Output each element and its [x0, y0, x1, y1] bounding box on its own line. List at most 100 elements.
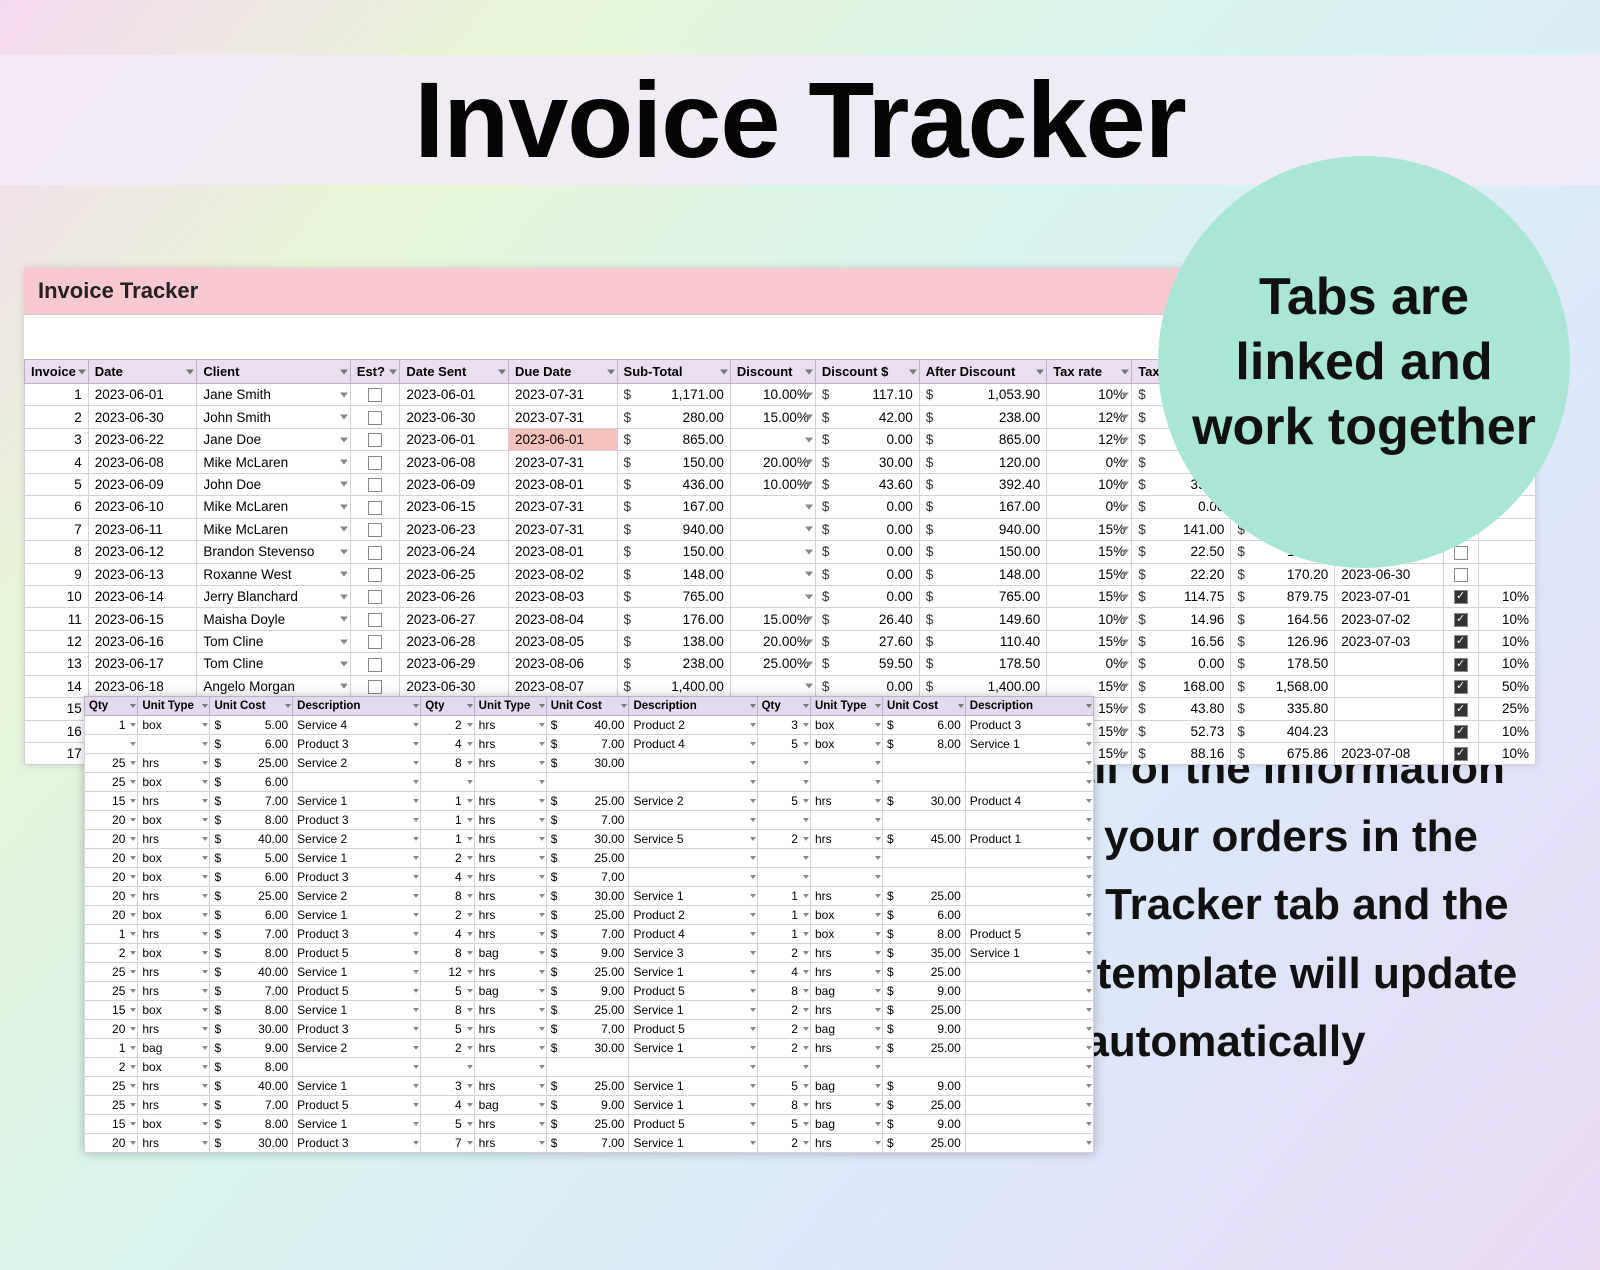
- cell[interactable]: 27.60: [815, 630, 919, 652]
- cell[interactable]: 6.00: [210, 773, 293, 792]
- cell[interactable]: 30.00: [815, 451, 919, 473]
- cell-est[interactable]: [350, 473, 400, 495]
- dropdown-icon[interactable]: [1121, 549, 1129, 554]
- cell[interactable]: 25: [85, 1077, 138, 1096]
- cell[interactable]: 2023-06-22: [88, 428, 197, 450]
- cell[interactable]: Product 5: [629, 1115, 757, 1134]
- dropdown-icon[interactable]: [413, 780, 419, 784]
- cell[interactable]: 110.40: [919, 630, 1046, 652]
- cell[interactable]: 20: [85, 849, 138, 868]
- cell[interactable]: 392.40: [919, 473, 1046, 495]
- dropdown-icon[interactable]: [803, 761, 809, 765]
- cell-est[interactable]: [350, 585, 400, 607]
- cell[interactable]: hrs: [138, 754, 210, 773]
- dropdown-icon[interactable]: [875, 875, 881, 879]
- cell[interactable]: [474, 773, 546, 792]
- cell[interactable]: 126.96: [1231, 630, 1335, 652]
- dropdown-icon[interactable]: [340, 415, 348, 420]
- filter-icon[interactable]: [958, 704, 964, 708]
- cell[interactable]: 2023-06-24: [400, 541, 509, 563]
- dropdown-icon[interactable]: [1086, 723, 1092, 727]
- cell[interactable]: 149.60: [919, 608, 1046, 630]
- dropdown-icon[interactable]: [805, 392, 813, 397]
- cell[interactable]: 1: [421, 792, 474, 811]
- cell[interactable]: 5: [421, 1020, 474, 1039]
- dropdown-icon[interactable]: [202, 894, 208, 898]
- dropdown-icon[interactable]: [803, 932, 809, 936]
- cell[interactable]: hrs: [474, 1039, 546, 1058]
- cell[interactable]: Service 1: [965, 735, 1093, 754]
- dropdown-icon[interactable]: [467, 989, 473, 993]
- dropdown-icon[interactable]: [875, 856, 881, 860]
- dropdown-icon[interactable]: [805, 617, 813, 622]
- cell[interactable]: hrs: [474, 1020, 546, 1039]
- cell[interactable]: 2023-06-01: [400, 384, 509, 406]
- cell[interactable]: 6.00: [883, 716, 966, 735]
- cell[interactable]: 25.00: [883, 1039, 966, 1058]
- cell[interactable]: 940.00: [617, 518, 730, 540]
- dropdown-icon[interactable]: [130, 989, 136, 993]
- filter-icon[interactable]: [750, 704, 756, 708]
- dropdown-icon[interactable]: [467, 1027, 473, 1031]
- dropdown-icon[interactable]: [340, 549, 348, 554]
- dropdown-icon[interactable]: [875, 1103, 881, 1107]
- cell[interactable]: 9: [25, 563, 89, 585]
- cell[interactable]: 20: [85, 887, 138, 906]
- cell[interactable]: 15: [25, 698, 89, 720]
- dropdown-icon[interactable]: [875, 1141, 881, 1145]
- dropdown-icon[interactable]: [413, 1046, 419, 1050]
- dropdown-icon[interactable]: [803, 894, 809, 898]
- cell[interactable]: hrs: [138, 1134, 210, 1153]
- dropdown-icon[interactable]: [467, 1065, 473, 1069]
- cell[interactable]: 7: [25, 518, 89, 540]
- cell[interactable]: 45.00: [883, 830, 966, 849]
- cell[interactable]: Service 2: [293, 887, 421, 906]
- dropdown-icon[interactable]: [467, 913, 473, 917]
- cell[interactable]: 6.00: [883, 906, 966, 925]
- cell[interactable]: 25: [85, 754, 138, 773]
- cell[interactable]: bag: [138, 1039, 210, 1058]
- dropdown-icon[interactable]: [805, 549, 813, 554]
- cell[interactable]: 5: [757, 1077, 810, 1096]
- cell[interactable]: Product 4: [629, 735, 757, 754]
- cell[interactable]: [730, 428, 815, 450]
- cell[interactable]: 12%: [1047, 428, 1132, 450]
- cell[interactable]: 8: [421, 754, 474, 773]
- cell[interactable]: hrs: [138, 925, 210, 944]
- dropdown-icon[interactable]: [467, 951, 473, 955]
- cell[interactable]: [546, 1058, 629, 1077]
- filter-icon[interactable]: [720, 369, 728, 374]
- cell[interactable]: 43.60: [815, 473, 919, 495]
- cell[interactable]: 25: [85, 963, 138, 982]
- cell[interactable]: 2023-08-06: [508, 653, 617, 675]
- cell[interactable]: box: [138, 849, 210, 868]
- cell[interactable]: hrs: [138, 1096, 210, 1115]
- dropdown-icon[interactable]: [1121, 751, 1129, 756]
- dropdown-icon[interactable]: [875, 1008, 881, 1012]
- cell[interactable]: 20: [85, 830, 138, 849]
- dropdown-icon[interactable]: [413, 913, 419, 917]
- filter-icon[interactable]: [340, 369, 348, 374]
- column-header[interactable]: Client: [197, 360, 350, 384]
- dropdown-icon[interactable]: [467, 875, 473, 879]
- cell[interactable]: 7.00: [546, 925, 629, 944]
- checkbox[interactable]: [368, 613, 382, 627]
- cell[interactable]: 0%: [1047, 653, 1132, 675]
- dropdown-icon[interactable]: [202, 780, 208, 784]
- cell[interactable]: [965, 982, 1093, 1001]
- cell[interactable]: hrs: [474, 868, 546, 887]
- dropdown-icon[interactable]: [539, 856, 545, 860]
- checkbox[interactable]: [1454, 613, 1468, 627]
- dropdown-icon[interactable]: [202, 1103, 208, 1107]
- dropdown-icon[interactable]: [340, 572, 348, 577]
- dropdown-icon[interactable]: [1121, 706, 1129, 711]
- dropdown-icon[interactable]: [1121, 684, 1129, 689]
- cell[interactable]: [883, 754, 966, 773]
- cell[interactable]: 8.00: [883, 735, 966, 754]
- dropdown-icon[interactable]: [202, 799, 208, 803]
- dropdown-icon[interactable]: [875, 837, 881, 841]
- dropdown-icon[interactable]: [413, 875, 419, 879]
- dropdown-icon[interactable]: [750, 1046, 756, 1050]
- cell[interactable]: 2023-06-09: [88, 473, 197, 495]
- dropdown-icon[interactable]: [1086, 1122, 1092, 1126]
